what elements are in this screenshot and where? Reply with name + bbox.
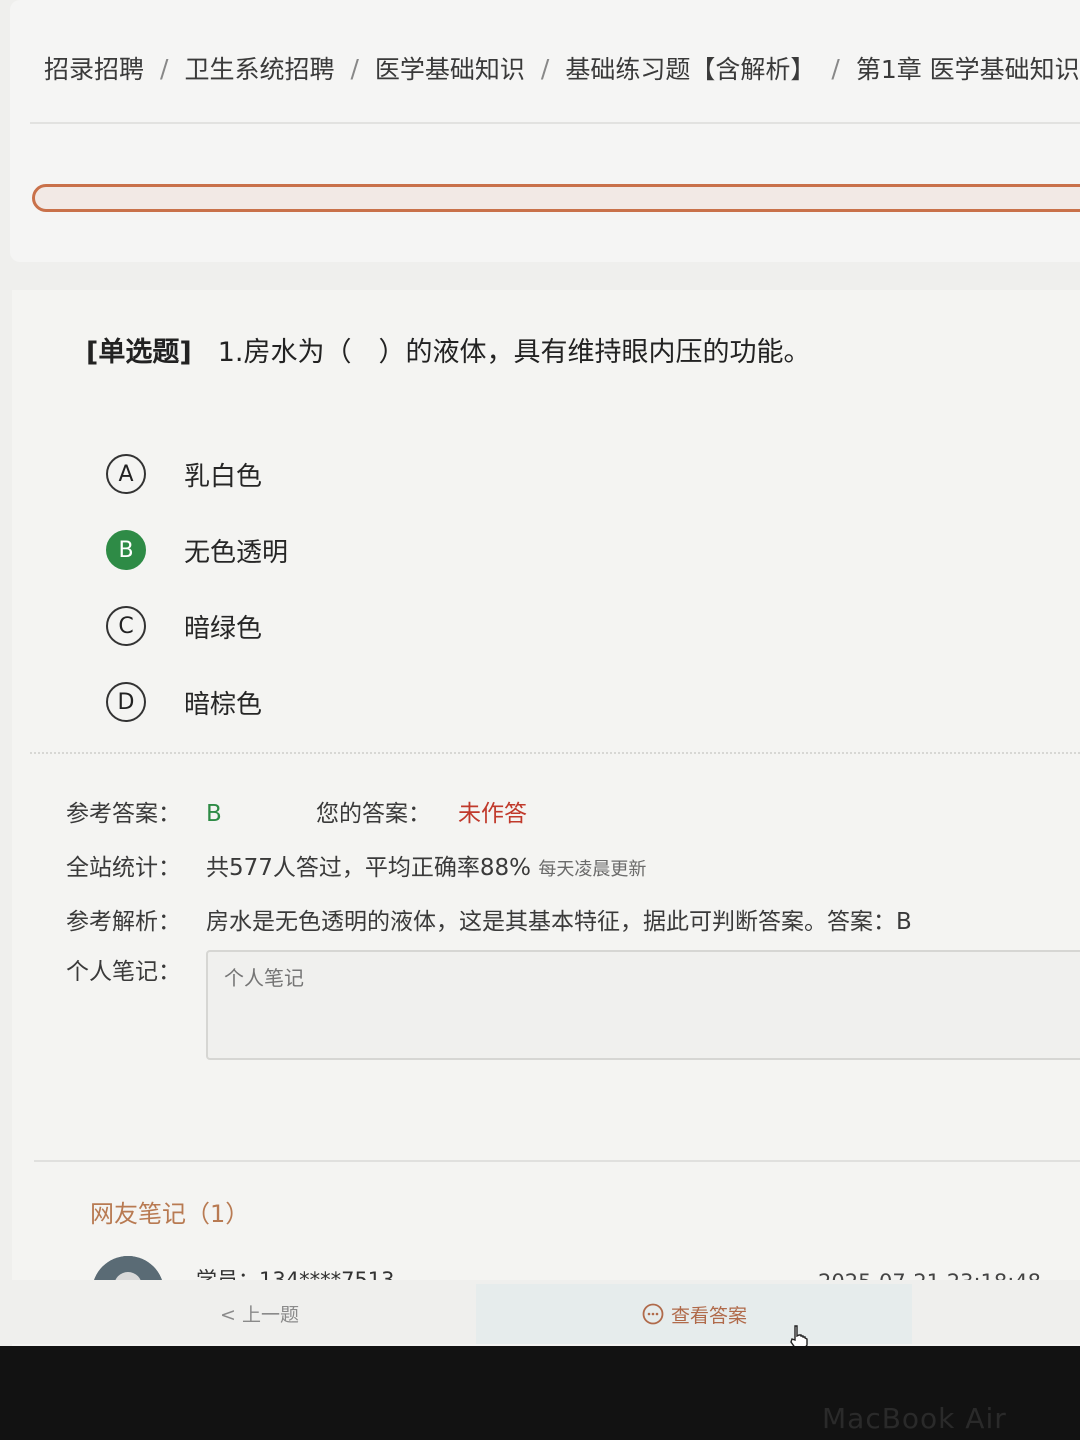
- breadcrumb-item-practice[interactable]: 基础练习题【含解析】: [565, 50, 815, 86]
- breadcrumb-item-health-system[interactable]: 卫生系统招聘: [184, 50, 334, 86]
- answer-row: 参考答案： B 您的答案： 未作答: [66, 794, 527, 828]
- option-text: 暗绿色: [184, 613, 263, 644]
- stats-row: 全站统计： 共577人答过，平均正确率88% 每天凌晨更新: [66, 848, 646, 882]
- breadcrumb: 招录招聘 / 卫生系统招聘 / 医学基础知识 / 基础练习题【含解析】 / 第1…: [30, 48, 1080, 88]
- breadcrumb-separator: /: [540, 53, 550, 83]
- breadcrumb-separator: /: [160, 53, 169, 83]
- divider: [34, 1160, 1080, 1162]
- divider: [30, 752, 1080, 754]
- breadcrumb-separator: /: [350, 53, 359, 83]
- option-letter: C: [106, 606, 146, 646]
- analysis-row: 参考解析： 房水是无色透明的液体，这是其基本特征，据此可判断答案。答案：B: [66, 902, 912, 936]
- progress-bar: [32, 184, 1080, 212]
- your-answer-label: 您的答案：: [316, 801, 431, 827]
- breadcrumb-item-recruitment[interactable]: 招录招聘: [44, 50, 144, 86]
- previous-question-button[interactable]: < 上一题: [220, 1300, 299, 1327]
- option-letter: A: [106, 454, 146, 494]
- option-text: 乳白色: [184, 461, 263, 492]
- chevron-left-icon: <: [220, 1304, 236, 1326]
- header-card: [10, 0, 1080, 262]
- view-answer-label: 查看答案: [670, 1304, 747, 1327]
- option-d[interactable]: D 暗棕色: [106, 664, 288, 740]
- personal-note-label: 个人笔记：: [66, 959, 181, 985]
- view-answer-button[interactable]: 查看答案: [476, 1284, 912, 1344]
- community-notes-title: 网友笔记（1）: [90, 1200, 250, 1228]
- stats-update-note: 每天凌晨更新: [538, 859, 647, 880]
- note-row: 个人笔记：: [66, 952, 206, 986]
- reference-answer-label: 参考答案：: [66, 801, 181, 827]
- previous-question-label: 上一题: [241, 1304, 299, 1326]
- reference-answer-value: B: [206, 801, 222, 827]
- option-letter-correct: B: [106, 530, 146, 570]
- option-letter: D: [106, 682, 146, 722]
- your-answer-value: 未作答: [458, 801, 527, 827]
- stats-value: 共577人答过，平均正确率88%: [206, 855, 532, 881]
- stats-label: 全站统计：: [66, 855, 181, 881]
- question-type: [单选题]: [86, 337, 192, 368]
- analysis-label: 参考解析：: [66, 909, 181, 935]
- breadcrumb-item-chapter[interactable]: 第1章 医学基础知识（1: [856, 50, 1080, 86]
- question-text: 1.房水为（ ）的液体，具有维持眼内压的功能。: [217, 337, 811, 368]
- option-b[interactable]: B 无色透明: [106, 512, 288, 588]
- option-text: 无色透明: [184, 537, 289, 568]
- progress-fill: [35, 187, 1080, 209]
- personal-note-input[interactable]: [206, 950, 1080, 1060]
- breadcrumb-item-medical-basics[interactable]: 医学基础知识: [375, 50, 525, 86]
- device-brand: MacBook Air: [822, 1402, 1007, 1435]
- chat-bubble-icon: [642, 1303, 664, 1325]
- option-a[interactable]: A 乳白色: [106, 436, 288, 512]
- breadcrumb-separator: /: [831, 53, 840, 83]
- option-text: 暗棕色: [184, 689, 263, 720]
- option-c[interactable]: C 暗绿色: [106, 588, 288, 664]
- question-title: [单选题] 1.房水为（ ）的液体，具有维持眼内压的功能。: [86, 330, 810, 369]
- analysis-value: 房水是无色透明的液体，这是其基本特征，据此可判断答案。答案：B: [206, 909, 912, 935]
- option-list: A 乳白色 B 无色透明 C 暗绿色 D 暗棕色: [106, 436, 288, 740]
- divider: [30, 122, 1080, 124]
